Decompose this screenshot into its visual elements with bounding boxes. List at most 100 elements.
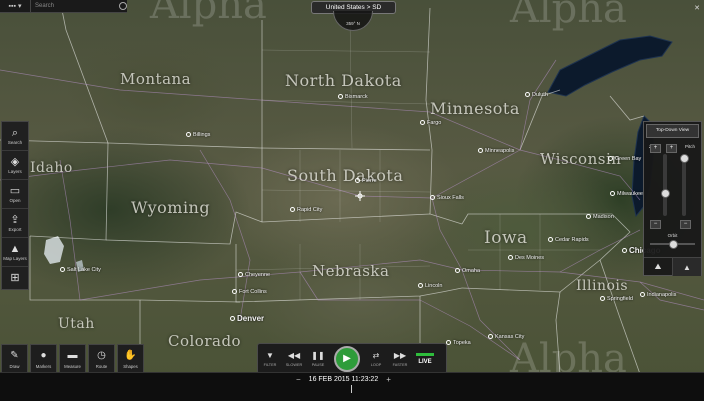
- orbit-label: Orbit: [667, 233, 678, 238]
- time-increment-button[interactable]: +: [386, 375, 391, 384]
- state-label-montana: Montana: [120, 70, 192, 88]
- zoom-slider-handle[interactable]: [661, 188, 670, 198]
- shapes-button[interactable]: ✋ Shapes: [117, 344, 144, 374]
- timeline-bar[interactable]: − 16 FEB 2015 11:23:22 +: [0, 372, 704, 401]
- marker-icon: ●: [40, 349, 47, 361]
- city-label: Sioux Falls: [430, 195, 464, 201]
- shapes-icon: ✋: [124, 349, 137, 361]
- button-label: FASTER: [392, 362, 408, 367]
- 3d-view-button[interactable]: ⛰: [644, 258, 672, 276]
- draw-button[interactable]: ✎ Draw: [1, 344, 28, 374]
- city-label: Lincoln: [418, 283, 442, 289]
- folder-icon: ▭: [9, 185, 21, 197]
- pause-icon: ❚❚: [311, 350, 325, 360]
- route-button[interactable]: ◷ Route: [88, 344, 115, 374]
- tool-label: Measure: [64, 363, 81, 369]
- filter-button[interactable]: ▼ FILTER: [258, 345, 282, 372]
- city-label: Des Moines: [508, 255, 544, 261]
- button-label: FILTER: [263, 362, 277, 367]
- filter-icon: ▼: [266, 350, 274, 360]
- measure-button[interactable]: ▬ Measure: [59, 344, 86, 374]
- state-label-minnesota: Minnesota: [430, 99, 520, 118]
- timeline-cursor[interactable]: [351, 385, 352, 393]
- slower-button[interactable]: ◀◀ SLOWER: [282, 345, 306, 372]
- city-label: Fort Collins: [232, 289, 267, 295]
- city-label: Kansas City: [488, 334, 524, 340]
- time-decrement-button[interactable]: −: [296, 375, 301, 384]
- state-label-idaho: Idaho: [30, 160, 73, 176]
- 2d-view-button[interactable]: ▲: [672, 258, 701, 276]
- orbit-slider[interactable]: [650, 240, 695, 249]
- menu-icon: ▪▪▪: [8, 2, 16, 10]
- zoom-slider[interactable]: [661, 154, 670, 216]
- state-label-iowa: Iowa: [484, 228, 528, 248]
- map-overlay: [0, 0, 704, 374]
- zoom-out-button[interactable]: −: [650, 220, 661, 229]
- city-label: Omaha: [455, 268, 480, 274]
- faster-button[interactable]: ▶▶ FASTER: [388, 345, 412, 372]
- zoom-in-button[interactable]: +: [650, 144, 661, 153]
- live-button[interactable]: LIVE: [412, 345, 438, 372]
- pitch-up-button[interactable]: +: [666, 144, 677, 153]
- layers-tool-button[interactable]: ◈ Layers: [2, 151, 28, 180]
- city-label: Cheyenne: [238, 272, 270, 278]
- current-datetime: 16 FEB 2015 11:23:22: [308, 375, 379, 383]
- grid-icon: ⊞: [10, 272, 20, 284]
- city-label: Topeka: [446, 340, 471, 346]
- map-canvas[interactable]: Alpha Alpha Alpha Montana North Dakota M…: [0, 0, 704, 374]
- apps-grid-button[interactable]: ⊞: [2, 267, 28, 289]
- compass[interactable]: 359° N: [333, 11, 373, 31]
- play-button[interactable]: ▶: [330, 345, 364, 372]
- state-label-colorado: Colorado: [168, 332, 242, 350]
- city-label: Fargo: [420, 120, 441, 126]
- compass-heading: 359° N: [346, 21, 360, 26]
- state-label-wyoming: Wyoming: [131, 198, 211, 217]
- button-label: SLOWER: [285, 362, 303, 367]
- search-tool-button[interactable]: ⌕ Search: [2, 122, 28, 151]
- search-icon: ⌕: [11, 127, 19, 139]
- live-indicator: [416, 352, 434, 356]
- city-label: Salt Lake City: [60, 267, 101, 273]
- markers-button[interactable]: ● Markers: [30, 344, 57, 374]
- export-icon: ⇪: [10, 214, 20, 226]
- city-label: Green Bay: [608, 156, 641, 162]
- tool-label: Shapes: [123, 363, 138, 369]
- pause-button[interactable]: ❚❚ PAUSE: [306, 345, 330, 372]
- search-placeholder: Search: [35, 3, 55, 9]
- draw-icon: ✎: [10, 349, 19, 361]
- watermark: Alpha: [510, 0, 627, 32]
- search-icon[interactable]: [119, 2, 127, 10]
- city-label: Denver: [230, 314, 264, 323]
- fast-forward-icon: ▶▶: [393, 350, 407, 360]
- measure-icon: ▬: [67, 349, 78, 361]
- tool-label: Route: [95, 363, 108, 369]
- pitch-down-button[interactable]: −: [680, 220, 691, 229]
- tool-label: Export: [8, 227, 22, 232]
- close-icon[interactable]: ✕: [694, 4, 700, 12]
- pitch-slider[interactable]: [680, 153, 689, 216]
- crosshair-icon: [355, 191, 365, 201]
- state-label-nebraska: Nebraska: [312, 262, 390, 280]
- search-input[interactable]: Search: [35, 1, 127, 11]
- tool-label: Map Layers: [3, 256, 27, 261]
- loop-button[interactable]: ⇄ LOOP: [364, 345, 388, 372]
- city-label: Indianapolis: [640, 292, 676, 298]
- tool-label: Search: [7, 140, 23, 145]
- top-down-view-button[interactable]: Top-Down View: [646, 124, 699, 138]
- orbit-slider-handle[interactable]: [669, 240, 678, 249]
- city-label: Duluth: [525, 92, 548, 98]
- pitch-slider-handle[interactable]: [680, 153, 689, 163]
- state-label-illinois: Illinois: [576, 278, 629, 294]
- loop-icon: ⇄: [372, 350, 380, 360]
- state-label-north-dakota: North Dakota: [285, 71, 402, 90]
- map-layers-tool-button[interactable]: ▲ Map Layers: [2, 238, 28, 267]
- menu-button[interactable]: ▪▪▪ ▾: [0, 0, 31, 12]
- flat-terrain-icon: ▲: [683, 262, 691, 272]
- open-tool-button[interactable]: ▭ Open: [2, 180, 28, 209]
- view-control-panel: Top-Down View Zoom Pitch + + − − Orbit ⛰…: [643, 121, 702, 276]
- city-label: Rapid City: [290, 207, 322, 213]
- city-label: Minneapolis: [478, 148, 514, 154]
- playback-controls: ▼ FILTER ◀◀ SLOWER ❚❚ PAUSE ▶ ⇄ LOOP ▶▶ …: [257, 343, 447, 374]
- terrain-icon: ⛰: [654, 262, 662, 271]
- export-tool-button[interactable]: ⇪ Export: [2, 209, 28, 238]
